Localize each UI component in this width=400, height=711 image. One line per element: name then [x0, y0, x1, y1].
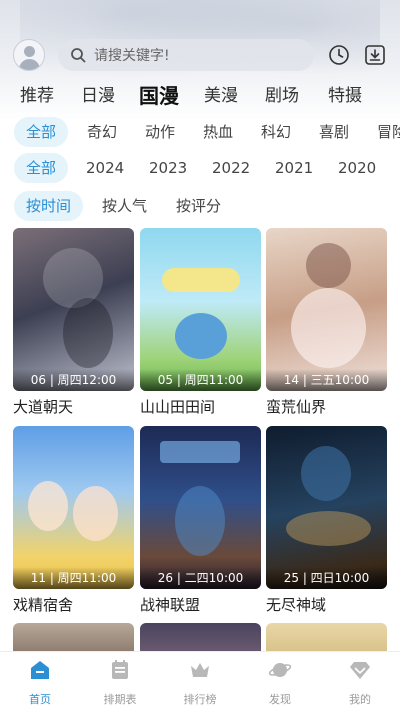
genre-chip[interactable]: 冒险 — [377, 117, 400, 147]
clock-icon[interactable] — [328, 44, 350, 66]
sort-chip-popularity[interactable]: 按人气 — [102, 191, 147, 221]
anime-card-partial[interactable] — [266, 623, 387, 653]
anime-title: 大道朝天 — [13, 398, 74, 416]
tab-japanese-anime[interactable]: 日漫 — [81, 82, 115, 110]
episode-badge: 25 | 四日10:00 — [266, 567, 387, 589]
year-chip[interactable]: 2020 — [338, 153, 376, 183]
genre-chip[interactable]: 科幻 — [261, 117, 291, 147]
anime-card[interactable]: 25 | 四日10:00 无尽神域 — [266, 426, 387, 614]
anime-title: 战神联盟 — [140, 596, 201, 614]
sort-filter-row: 按时间 按人气 按评分 — [0, 191, 400, 221]
anime-title: 蛮荒仙界 — [266, 398, 327, 416]
genre-chip[interactable]: 喜剧 — [319, 117, 349, 147]
genre-filter-row: 全部 奇幻 动作 热血 科幻 喜剧 冒险 — [0, 117, 400, 147]
calendar-icon — [112, 660, 128, 679]
tab-theater[interactable]: 剧场 — [265, 82, 299, 110]
anime-poster: 25 | 四日10:00 — [266, 426, 387, 589]
tab-american-anime[interactable]: 美漫 — [204, 82, 238, 110]
episode-badge: 14 | 三五10:00 — [266, 369, 387, 391]
episode-badge: 06 | 周四12:00 — [13, 369, 134, 391]
nav-schedule-label: 排期表 — [103, 693, 137, 706]
anime-card[interactable]: 11 | 周四11:00 戏精宿舍 — [13, 426, 134, 614]
nav-ranking[interactable]: 排行榜 — [170, 658, 230, 707]
year-chip[interactable]: 2023 — [149, 153, 187, 183]
anime-card[interactable]: 14 | 三五10:00 蛮荒仙界 — [266, 228, 387, 416]
diamond-icon — [350, 662, 370, 679]
sort-chip-time[interactable]: 按时间 — [14, 191, 84, 221]
episode-badge: 26 | 二四10:00 — [140, 567, 261, 589]
planet-icon — [268, 663, 292, 677]
search-placeholder: 请搜关键字! — [94, 48, 170, 64]
anime-poster: 11 | 周四11:00 — [13, 426, 134, 589]
year-filter-row: 全部 2024 2023 2022 2021 2020 — [0, 153, 400, 183]
category-tabs: 推荐 日漫 国漫 美漫 剧场 特摄 — [0, 82, 400, 112]
tab-tokusatsu[interactable]: 特摄 — [328, 82, 362, 110]
sort-chip-rating[interactable]: 按评分 — [176, 191, 221, 221]
avatar-icon[interactable] — [13, 39, 45, 71]
nav-home-label: 首页 — [29, 693, 51, 706]
bottom-nav: 首页 排期表 排行榜 发现 我的 — [0, 651, 400, 711]
anime-title: 戏精宿舍 — [13, 596, 74, 614]
genre-chip[interactable]: 热血 — [203, 117, 233, 147]
nav-home[interactable]: 首页 — [10, 658, 70, 707]
year-chip[interactable]: 2022 — [212, 153, 250, 183]
anime-poster: 26 | 二四10:00 — [140, 426, 261, 589]
anime-card-partial[interactable] — [140, 623, 261, 653]
nav-profile[interactable]: 我的 — [330, 658, 390, 707]
anime-card[interactable]: 05 | 周四11:00 山山田田间 — [140, 228, 261, 416]
anime-card[interactable]: 26 | 二四10:00 战神联盟 — [140, 426, 261, 614]
anime-poster: 14 | 三五10:00 — [266, 228, 387, 391]
download-icon[interactable] — [364, 44, 386, 66]
nav-discover-label: 发现 — [269, 693, 291, 706]
nav-profile-label: 我的 — [349, 693, 371, 706]
year-chip[interactable]: 2024 — [86, 153, 124, 183]
search-icon — [71, 48, 86, 63]
search-bar[interactable]: 请搜关键字! — [58, 39, 314, 71]
episode-badge: 11 | 周四11:00 — [13, 567, 134, 589]
anime-card-partial[interactable] — [13, 623, 134, 653]
genre-chip[interactable]: 动作 — [145, 117, 175, 147]
anime-poster: 06 | 周四12:00 — [13, 228, 134, 391]
anime-title: 山山田田间 — [140, 398, 216, 416]
header: 请搜关键字! — [0, 36, 400, 76]
anime-title: 无尽神域 — [266, 596, 327, 614]
episode-badge: 05 | 周四11:00 — [140, 369, 261, 391]
year-chip-all[interactable]: 全部 — [14, 153, 69, 183]
nav-discover[interactable]: 发现 — [250, 658, 310, 707]
home-icon — [31, 661, 49, 679]
nav-schedule[interactable]: 排期表 — [90, 658, 150, 707]
tab-recommend[interactable]: 推荐 — [20, 82, 54, 110]
crown-icon — [191, 663, 209, 677]
tab-chinese-anime[interactable]: 国漫 — [139, 82, 179, 110]
anime-poster: 05 | 周四11:00 — [140, 228, 261, 391]
nav-ranking-label: 排行榜 — [183, 693, 217, 706]
genre-chip[interactable]: 奇幻 — [87, 117, 117, 147]
genre-chip-all[interactable]: 全部 — [14, 117, 69, 147]
year-chip[interactable]: 2021 — [275, 153, 313, 183]
anime-card[interactable]: 06 | 周四12:00 大道朝天 — [13, 228, 134, 416]
